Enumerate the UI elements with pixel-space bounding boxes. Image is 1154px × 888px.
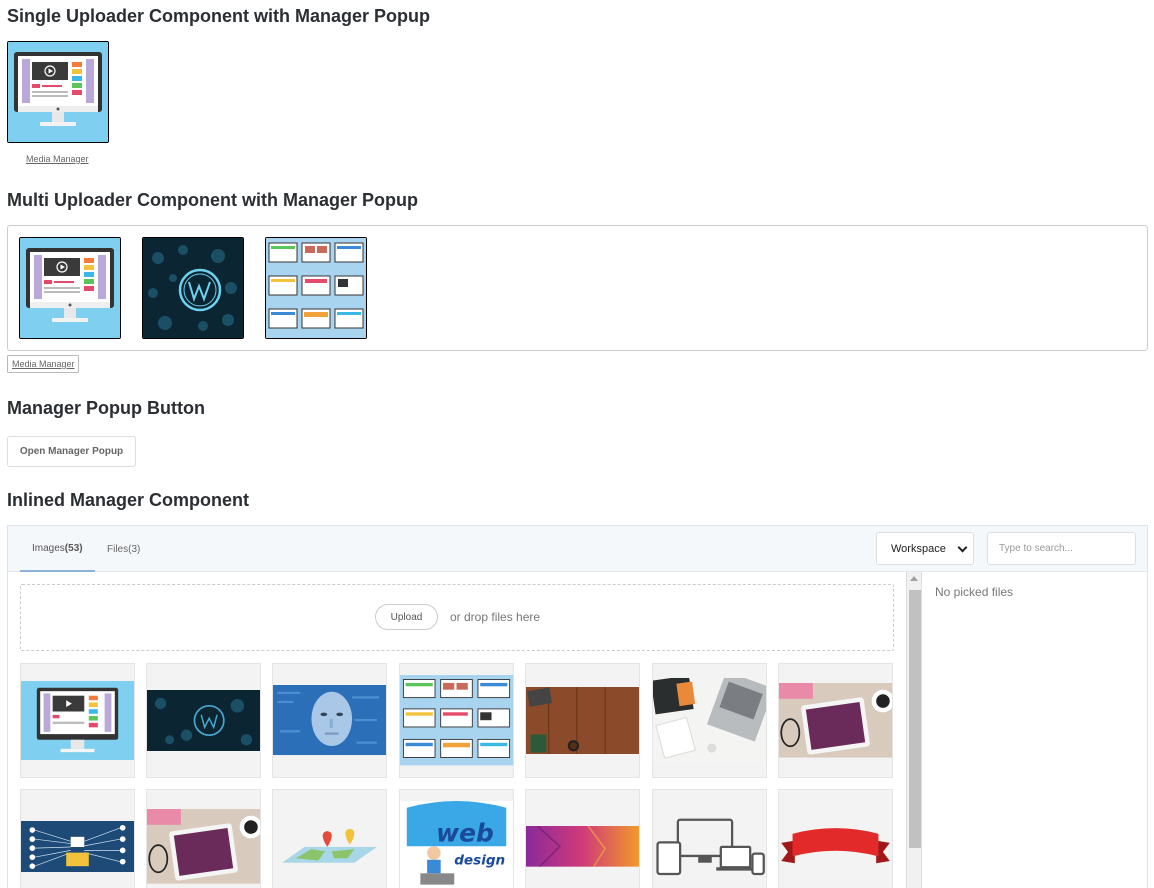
upload-button[interactable]: Upload: [375, 604, 438, 630]
multi-uploader-container: [7, 225, 1148, 351]
inline-manager: Images (53) Files (3) Workspace Type to se…: [7, 525, 1148, 888]
image-tile[interactable]: [272, 663, 387, 778]
monitor-dashboard-image: [21, 680, 134, 761]
drop-zone-text: or drop files here: [450, 610, 541, 624]
world-map-image: [273, 812, 386, 881]
single-media-manager-link[interactable]: Media Manager: [26, 154, 89, 164]
image-tile[interactable]: [525, 789, 640, 888]
tab-files[interactable]: Files (3): [107, 526, 140, 572]
tab-images-label: Images: [32, 542, 65, 554]
multi-uploader-title: Multi Uploader Component with Manager Po…: [7, 190, 418, 210]
search-input[interactable]: Type to search...: [987, 532, 1136, 565]
manager-toolbar: Images (53) Files (3) Workspace Type to se…: [8, 526, 1147, 572]
image-tile[interactable]: web design: [399, 789, 514, 888]
monitor-dashboard-image: [20, 238, 120, 338]
scroll-up-arrow-icon[interactable]: [910, 576, 918, 581]
digital-face-image: [273, 685, 386, 756]
network-diagram-image: [21, 820, 134, 873]
workspace-select-value: Workspace: [891, 542, 946, 555]
tablet-desk-image: [147, 809, 260, 884]
popup-button-title: Manager Popup Button: [7, 398, 205, 418]
image-tile[interactable]: [146, 663, 261, 778]
image-tile[interactable]: [652, 789, 767, 888]
svg-text:web: web: [436, 819, 494, 848]
image-tile[interactable]: [20, 789, 135, 888]
chevron-down-icon: [957, 542, 968, 553]
tab-files-label: Files: [107, 543, 129, 555]
tablet-desk-image: [779, 683, 892, 758]
wordpress-image: [143, 238, 243, 338]
single-uploader-title: Single Uploader Component with Manager P…: [7, 6, 431, 26]
multi-media-manager-link[interactable]: Media Manager: [12, 359, 75, 369]
red-ribbon-image: [779, 818, 892, 875]
image-tile[interactable]: [778, 789, 893, 888]
scrollbar-thumb[interactable]: [909, 590, 921, 848]
svg-text:design: design: [454, 853, 505, 869]
laptop-desk-image: [653, 677, 766, 764]
monitor-dashboard-image: [8, 42, 108, 142]
website-grid-image: [266, 238, 366, 338]
multi-uploader-image[interactable]: [19, 237, 121, 339]
multi-media-manager-button[interactable]: Media Manager: [7, 355, 79, 373]
image-tile[interactable]: [525, 663, 640, 778]
single-uploader-image[interactable]: [7, 41, 109, 143]
image-tile[interactable]: [778, 663, 893, 778]
web-design-image: web design: [400, 801, 513, 888]
image-tile[interactable]: [652, 663, 767, 778]
image-tile[interactable]: [399, 663, 514, 778]
drop-zone[interactable]: Upload or drop files here: [20, 584, 894, 651]
wordpress-image: [147, 689, 260, 751]
inline-manager-title: Inlined Manager Component: [7, 490, 250, 510]
wood-desk-image: [526, 686, 639, 755]
orange-purple-abstract-image: [526, 826, 639, 867]
open-manager-popup-button[interactable]: Open Manager Popup: [7, 436, 136, 467]
multi-uploader-image[interactable]: [142, 237, 244, 339]
website-grid-image: [400, 675, 513, 766]
tab-images-count: (53): [64, 542, 83, 554]
image-tile[interactable]: [20, 663, 135, 778]
tab-files-count: (3): [128, 543, 141, 555]
image-tile[interactable]: [146, 789, 261, 888]
devices-outline-image: [653, 812, 766, 881]
search-placeholder: Type to search...: [999, 543, 1073, 554]
workspace-select[interactable]: Workspace: [876, 532, 974, 565]
multi-uploader-image[interactable]: [265, 237, 367, 339]
tab-images[interactable]: Images (53): [20, 526, 95, 572]
image-tile[interactable]: [272, 789, 387, 888]
scrollbar[interactable]: [906, 572, 922, 888]
picked-files-status: No picked files: [935, 585, 1014, 599]
